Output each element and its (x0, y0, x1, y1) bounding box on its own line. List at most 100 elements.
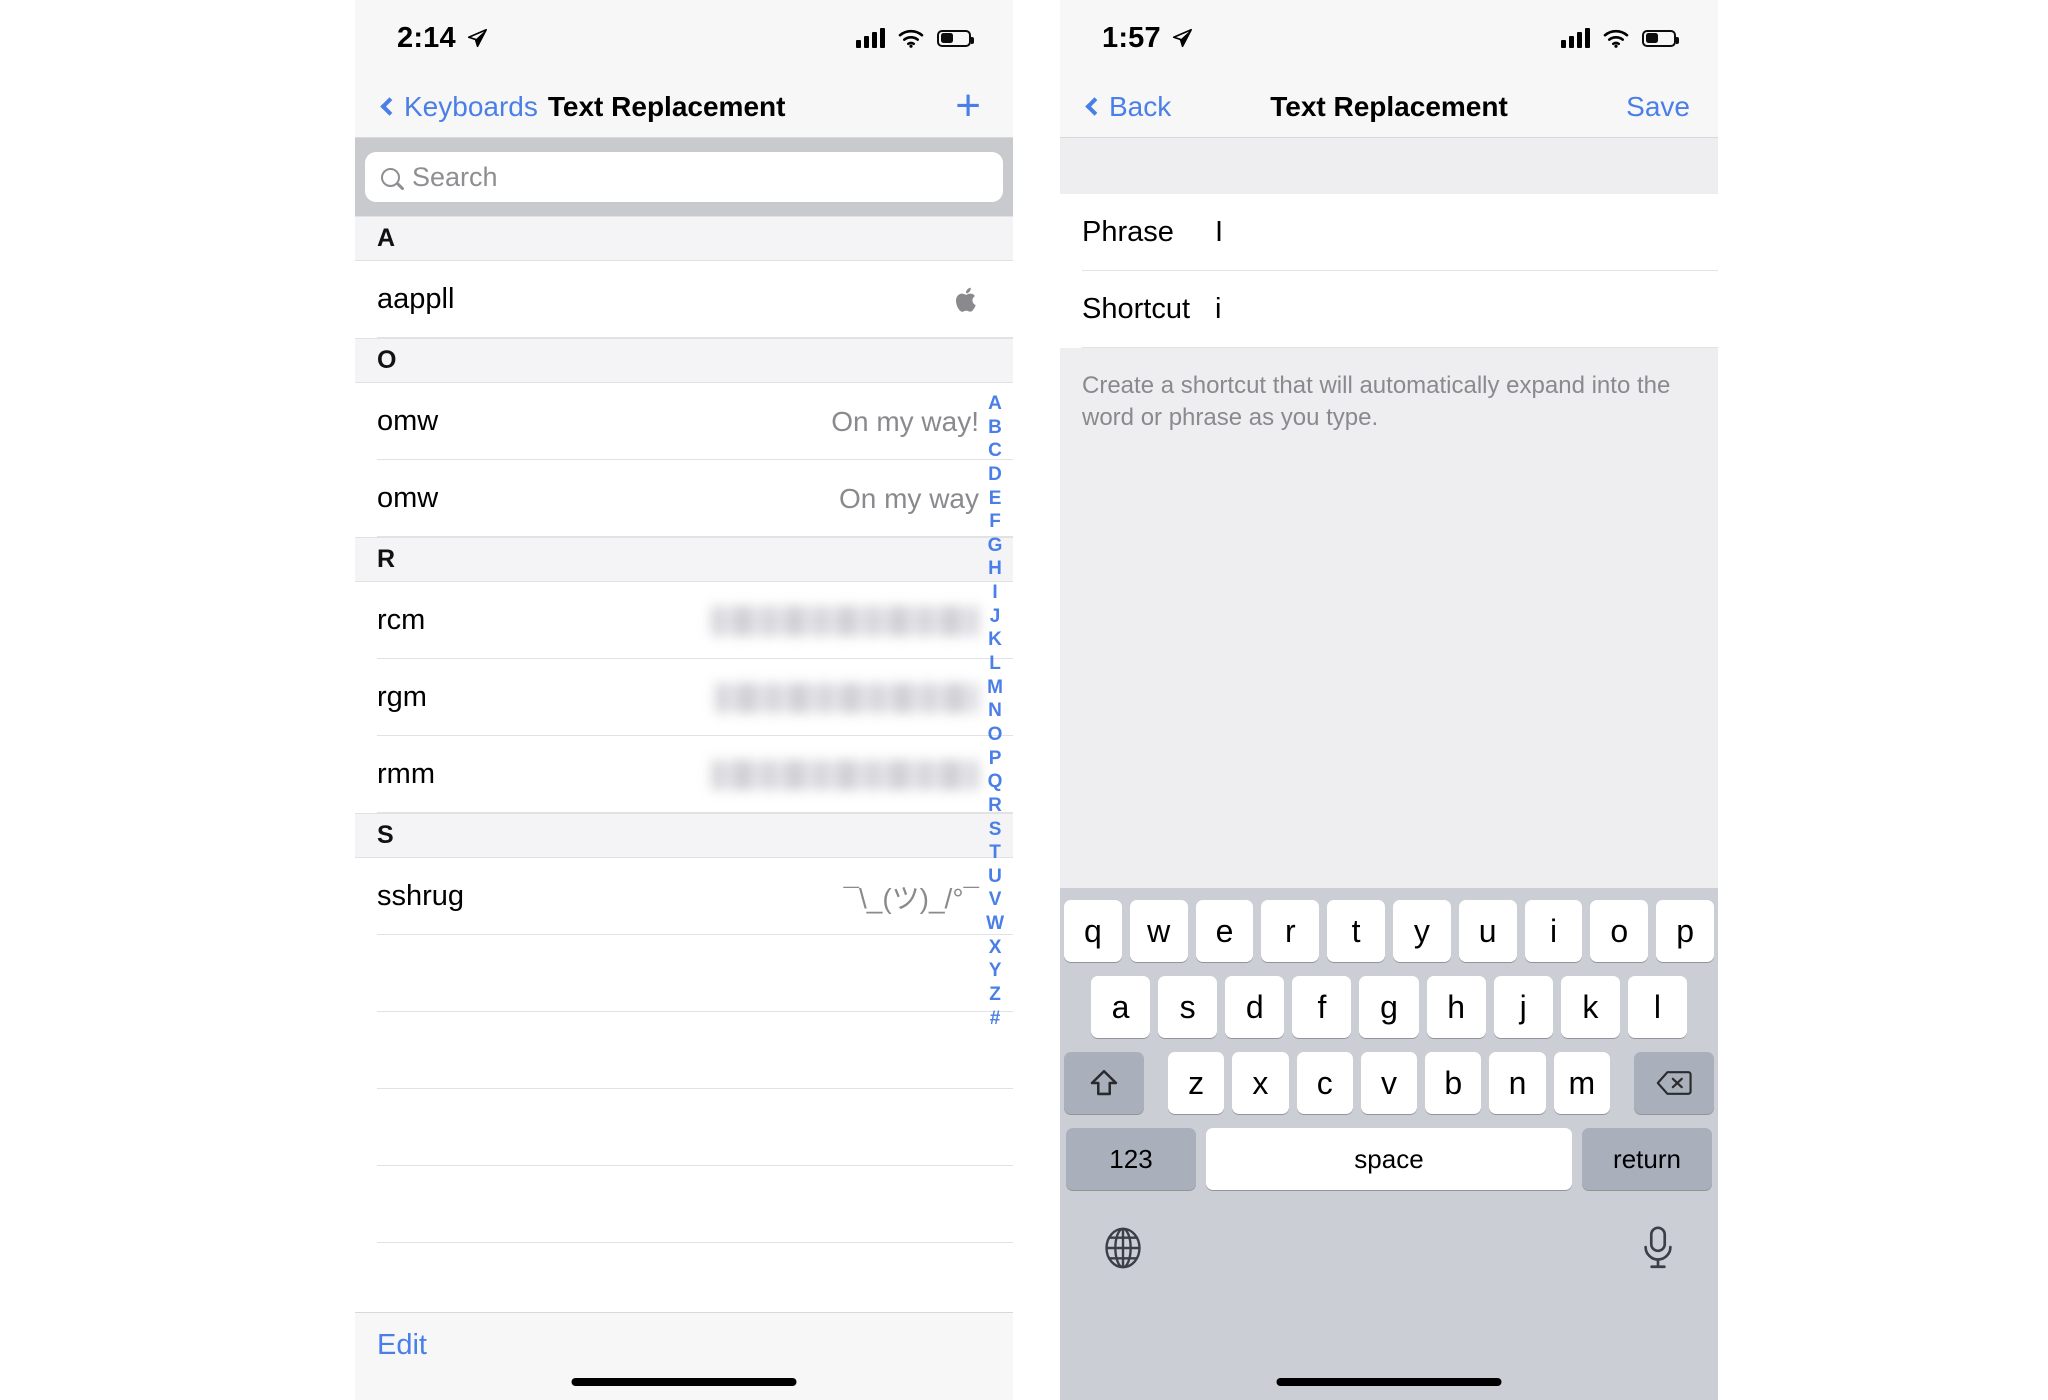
search-placeholder: Search (412, 161, 498, 192)
table-row[interactable]: rmm (355, 736, 1013, 813)
key-r[interactable]: r (1261, 900, 1320, 962)
empty-list-row (355, 1243, 1013, 1320)
key-h[interactable]: h (1426, 976, 1486, 1038)
list-section-header: O (355, 338, 1013, 383)
key-g[interactable]: g (1359, 976, 1419, 1038)
table-row[interactable]: rgm (355, 659, 1013, 736)
index-letter[interactable]: V (989, 888, 1002, 912)
status-time: 2:14 (397, 21, 456, 54)
keyboard-row-3: zxcvbnm (1064, 1052, 1714, 1114)
index-letter[interactable]: K (988, 628, 1002, 652)
key-a[interactable]: a (1091, 976, 1151, 1038)
edit-button[interactable]: Edit (377, 1329, 427, 1362)
index-letter[interactable]: Z (989, 983, 1001, 1007)
index-letter[interactable]: Y (989, 959, 1002, 983)
key-d[interactable]: d (1225, 976, 1285, 1038)
phrase-value: On my way! (831, 405, 979, 437)
index-letter[interactable]: A (988, 392, 1002, 416)
index-letter[interactable]: X (989, 936, 1002, 960)
empty-list-row (355, 935, 1013, 1012)
globe-icon[interactable] (1100, 1225, 1146, 1271)
key-n[interactable]: n (1489, 1052, 1546, 1114)
key-w[interactable]: w (1129, 900, 1188, 962)
key-b[interactable]: b (1425, 1052, 1482, 1114)
index-letter[interactable]: J (990, 605, 1001, 629)
alphabet-index[interactable]: A B C D E F G H I J K L M N O P Q R S T U V W X Y Z # (986, 392, 1004, 1030)
microphone-icon[interactable] (1638, 1225, 1678, 1271)
index-letter[interactable]: B (988, 416, 1002, 440)
key-c[interactable]: c (1296, 1052, 1353, 1114)
return-key[interactable]: return (1582, 1128, 1712, 1190)
add-shortcut-button[interactable]: + (955, 84, 985, 128)
key-x[interactable]: x (1232, 1052, 1289, 1114)
index-letter[interactable]: H (988, 557, 1002, 581)
index-letter[interactable]: Q (988, 770, 1003, 794)
back-button-label: Keyboards (404, 90, 538, 122)
index-letter[interactable]: I (992, 581, 997, 605)
key-e[interactable]: e (1195, 900, 1254, 962)
index-letter[interactable]: W (986, 912, 1004, 936)
key-z[interactable]: z (1168, 1052, 1225, 1114)
key-k[interactable]: k (1560, 976, 1620, 1038)
save-button[interactable]: Save (1626, 91, 1690, 123)
location-arrow-icon (467, 28, 487, 48)
space-key[interactable]: space (1206, 1128, 1572, 1190)
index-letter[interactable]: N (988, 699, 1002, 723)
key-u[interactable]: u (1458, 900, 1517, 962)
empty-list-row (355, 1012, 1013, 1089)
key-q[interactable]: q (1064, 900, 1122, 962)
backspace-delete-icon (1656, 1071, 1692, 1095)
delete-key[interactable] (1634, 1052, 1714, 1114)
shift-key[interactable] (1064, 1052, 1144, 1114)
key-m[interactable]: m (1553, 1052, 1610, 1114)
table-row[interactable]: rcm (355, 582, 1013, 659)
location-arrow-icon (1172, 28, 1192, 48)
index-letter[interactable]: L (989, 652, 1001, 676)
index-letter[interactable]: P (989, 747, 1002, 771)
redacted-phrase (711, 759, 979, 790)
key-i[interactable]: i (1524, 900, 1583, 962)
index-letter[interactable]: C (988, 439, 1002, 463)
back-button[interactable]: Back (1085, 91, 1171, 123)
key-s[interactable]: s (1158, 976, 1218, 1038)
index-letter[interactable]: T (989, 841, 1001, 865)
shortcut-row[interactable]: Shortcut i (1060, 271, 1718, 348)
key-j[interactable]: j (1493, 976, 1553, 1038)
index-letter[interactable]: # (990, 1007, 1001, 1031)
battery-icon (1642, 29, 1679, 47)
index-letter[interactable]: D (988, 463, 1002, 487)
index-letter[interactable]: O (988, 723, 1003, 747)
index-letter[interactable]: F (989, 510, 1001, 534)
table-row[interactable]: omw On my way! (355, 383, 1013, 460)
phrase-row[interactable]: Phrase I (1060, 194, 1718, 271)
table-row[interactable]: aappll (355, 261, 1013, 338)
index-letter[interactable]: S (989, 818, 1002, 842)
phrase-field[interactable]: I (1215, 216, 1223, 249)
index-letter[interactable]: G (988, 534, 1003, 558)
table-row[interactable]: omw On my way (355, 460, 1013, 537)
right-phone-screen: 1:57 Back Text Replacement Save Phrase I… (1060, 0, 1718, 1400)
redacted-phrase (715, 682, 979, 713)
key-o[interactable]: o (1590, 900, 1649, 962)
key-f[interactable]: f (1292, 976, 1352, 1038)
key-y[interactable]: y (1393, 900, 1451, 962)
index-letter[interactable]: R (988, 794, 1002, 818)
index-letter[interactable]: U (988, 865, 1002, 889)
key-l[interactable]: l (1627, 976, 1687, 1038)
home-indicator (571, 1378, 797, 1386)
table-row[interactable]: sshrug ¯\_(ツ)_/°¯ (355, 858, 1013, 935)
status-bar: 1:57 (1060, 0, 1718, 76)
shortcut-field[interactable]: i (1215, 293, 1221, 326)
back-button-keyboards[interactable]: Keyboards (380, 90, 538, 123)
key-t[interactable]: t (1327, 900, 1385, 962)
index-letter[interactable]: E (989, 487, 1002, 511)
search-input[interactable]: Search (365, 152, 1003, 202)
key-v[interactable]: v (1360, 1052, 1418, 1114)
key-p[interactable]: p (1656, 900, 1714, 962)
keyboard-row-2: asdfghjkl (1064, 976, 1714, 1038)
shortcut-key: rmm (377, 758, 435, 790)
screenshot-stage: 2:14 Keyboards Text Replacement + Search… (0, 0, 2048, 1400)
index-letter[interactable]: M (987, 676, 1003, 700)
left-phone-screen: 2:14 Keyboards Text Replacement + Search… (355, 0, 1013, 1400)
numbers-key[interactable]: 123 (1066, 1128, 1196, 1190)
